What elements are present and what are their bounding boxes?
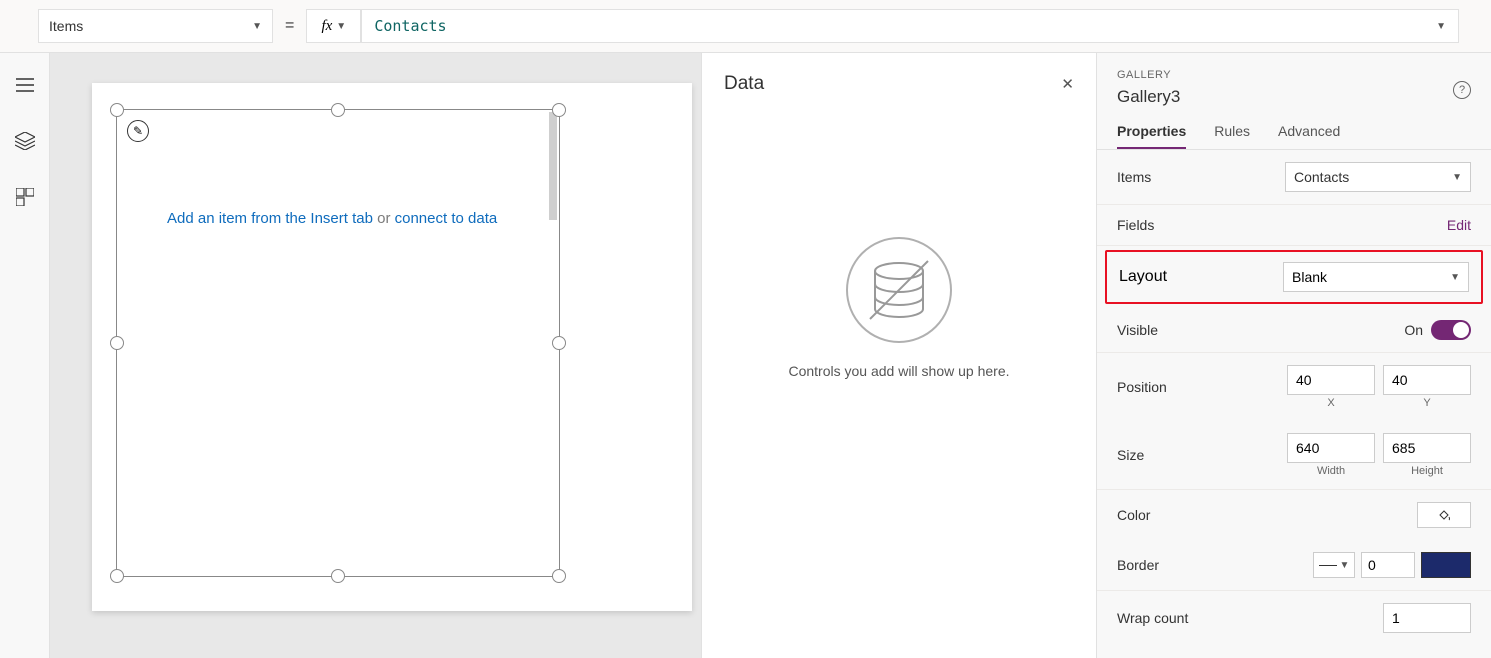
paint-bucket-icon [1437, 508, 1451, 522]
items-dropdown[interactable]: Contacts ▼ [1285, 162, 1471, 192]
visible-value: On [1404, 322, 1423, 338]
border-row: Border ▼ [1097, 540, 1491, 591]
formula-text: Contacts [374, 17, 446, 35]
size-height-label: Height [1411, 465, 1443, 477]
properties-pane: GALLERY Gallery3 ? Properties Rules Adva… [1096, 53, 1491, 658]
data-pane: Data ✕ Controls you add will show up her… [701, 53, 1096, 658]
layout-dropdown[interactable]: Blank ▼ [1283, 262, 1469, 292]
resize-handle[interactable] [110, 336, 124, 350]
fields-label: Fields [1117, 217, 1154, 233]
gallery-hint: Add an item from the Insert tab or conne… [167, 210, 497, 227]
items-dropdown-value: Contacts [1294, 169, 1349, 185]
canvas-area: ✎ Add an item from the Insert tab or con… [50, 53, 1096, 658]
visible-row: Visible On [1097, 308, 1491, 353]
size-row: Size Width Height [1097, 421, 1491, 490]
chevron-down-icon: ▼ [1340, 560, 1350, 571]
help-icon[interactable]: ? [1453, 81, 1471, 99]
database-empty-icon [844, 235, 954, 345]
border-width-input[interactable] [1361, 552, 1415, 578]
color-row: Color [1097, 490, 1491, 540]
wrap-count-row: Wrap count [1097, 591, 1491, 645]
resize-handle[interactable] [331, 103, 345, 117]
control-type-label: GALLERY [1117, 69, 1471, 81]
visible-toggle[interactable] [1431, 320, 1471, 340]
fields-edit-link[interactable]: Edit [1447, 217, 1471, 233]
position-y-input[interactable] [1383, 365, 1471, 395]
menu-icon[interactable] [15, 75, 35, 95]
data-empty-text: Controls you add will show up here. [788, 363, 1009, 379]
fx-button[interactable]: fx ▼ [306, 9, 361, 43]
resize-handle[interactable] [110, 569, 124, 583]
hint-connect-link[interactable]: connect to data [395, 210, 498, 227]
visible-label: Visible [1117, 322, 1158, 338]
size-width-input[interactable] [1287, 433, 1375, 463]
items-row: Items Contacts ▼ [1097, 150, 1491, 205]
border-label: Border [1117, 557, 1159, 573]
color-label: Color [1117, 507, 1150, 523]
resize-handle[interactable] [331, 569, 345, 583]
fx-label: fx [321, 18, 332, 35]
formula-input[interactable]: Contacts ▼ [361, 9, 1459, 43]
tab-rules[interactable]: Rules [1214, 123, 1250, 149]
fields-row: Fields Edit [1097, 205, 1491, 246]
wrap-count-label: Wrap count [1117, 610, 1188, 626]
color-picker[interactable] [1417, 502, 1471, 528]
resize-handle[interactable] [552, 569, 566, 583]
tab-properties[interactable]: Properties [1117, 123, 1186, 149]
property-selector[interactable]: Items ▼ [38, 9, 273, 43]
position-label: Position [1117, 379, 1167, 395]
layout-row: Layout Blank ▼ [1105, 250, 1483, 304]
app-canvas[interactable]: ✎ Add an item from the Insert tab or con… [92, 83, 692, 611]
position-y-label: Y [1423, 397, 1430, 409]
property-tabs: Properties Rules Advanced [1097, 113, 1491, 150]
size-label: Size [1117, 447, 1144, 463]
size-height-input[interactable] [1383, 433, 1471, 463]
hint-text-1: Add an item from the Insert tab [167, 210, 377, 227]
layout-dropdown-value: Blank [1292, 269, 1327, 285]
equals-sign: = [285, 17, 294, 35]
gallery-scrollbar[interactable] [549, 112, 557, 220]
chevron-down-icon: ▼ [336, 21, 346, 32]
components-icon[interactable] [15, 187, 35, 207]
resize-handle[interactable] [552, 336, 566, 350]
position-x-input[interactable] [1287, 365, 1375, 395]
formula-bar: Items ▼ = fx ▼ Contacts ▼ [0, 0, 1491, 53]
chevron-down-icon: ▼ [1452, 172, 1462, 183]
wrap-count-input[interactable] [1383, 603, 1471, 633]
hint-text-or: or [377, 210, 395, 227]
border-style-dropdown[interactable]: ▼ [1313, 552, 1355, 578]
resize-handle[interactable] [552, 103, 566, 117]
edit-pencil-icon[interactable]: ✎ [127, 120, 149, 142]
control-name: Gallery3 [1117, 87, 1471, 107]
chevron-down-icon: ▼ [1450, 272, 1460, 283]
tab-advanced[interactable]: Advanced [1278, 123, 1340, 149]
border-color-swatch[interactable] [1421, 552, 1471, 578]
size-width-label: Width [1317, 465, 1345, 477]
position-x-label: X [1327, 397, 1334, 409]
data-pane-title: Data [724, 73, 764, 95]
chevron-down-icon: ▼ [252, 21, 262, 32]
property-selector-value: Items [49, 18, 83, 34]
items-label: Items [1117, 169, 1151, 185]
chevron-down-icon: ▼ [1436, 21, 1446, 32]
gallery-selection[interactable]: ✎ Add an item from the Insert tab or con… [116, 109, 560, 577]
resize-handle[interactable] [110, 103, 124, 117]
layers-icon[interactable] [15, 131, 35, 151]
layout-label: Layout [1119, 268, 1167, 286]
left-rail [0, 53, 50, 658]
position-row: Position X Y [1097, 353, 1491, 421]
close-icon[interactable]: ✕ [1061, 75, 1074, 93]
